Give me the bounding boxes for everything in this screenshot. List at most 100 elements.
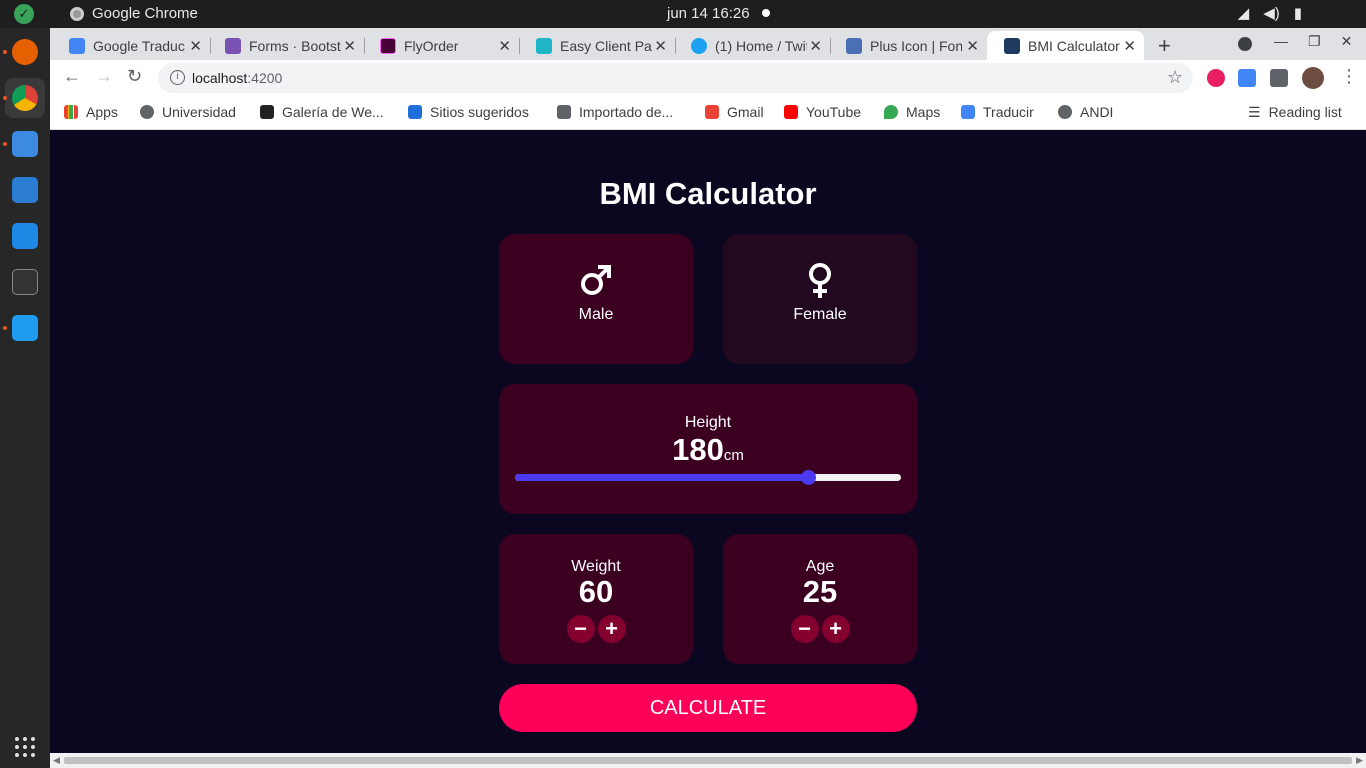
scrollbar-thumb[interactable] bbox=[64, 757, 1352, 764]
dock-firefox[interactable] bbox=[5, 32, 45, 72]
weight-decrement-button[interactable]: − bbox=[566, 615, 595, 643]
close-icon[interactable]: ✕ bbox=[498, 37, 511, 55]
weight-increment-button[interactable]: + bbox=[597, 615, 626, 643]
avatar[interactable] bbox=[1302, 67, 1324, 89]
translate-extension-icon[interactable] bbox=[1238, 69, 1256, 87]
bookmark-gmail[interactable]: Gmail bbox=[705, 104, 764, 120]
globe-icon bbox=[1058, 105, 1072, 119]
height-label: Height bbox=[684, 414, 732, 431]
clock[interactable]: jun 14 16:26 bbox=[667, 5, 750, 22]
dock-word[interactable] bbox=[5, 170, 45, 210]
close-icon[interactable]: ✕ bbox=[809, 37, 822, 55]
dock bbox=[0, 28, 50, 768]
tab-title: Google Traductor bbox=[93, 37, 185, 54]
dock-vscode[interactable] bbox=[5, 308, 45, 348]
calculate-button[interactable]: CALCULATE bbox=[499, 684, 917, 732]
age-increment-button[interactable]: + bbox=[821, 615, 850, 643]
os-top-bar: ✓ Google Chrome jun 14 16:26 ◢ ◀) ▮ bbox=[0, 0, 1366, 28]
height-readout: 180cm bbox=[499, 432, 917, 468]
tab-title: FlyOrder bbox=[404, 37, 459, 54]
bootstrap-icon bbox=[225, 37, 241, 54]
close-icon[interactable]: ✕ bbox=[966, 37, 979, 55]
show-apps-icon[interactable] bbox=[15, 737, 35, 757]
tab-forms-bootstrap[interactable]: Forms · Bootstrap ✕ bbox=[208, 31, 365, 60]
height-card: Height 180cm bbox=[499, 384, 917, 514]
scroll-left-icon[interactable]: ◀ bbox=[53, 755, 60, 766]
female-label: Female bbox=[793, 306, 847, 323]
cloud-icon bbox=[536, 37, 552, 54]
male-card[interactable]: Male bbox=[499, 234, 693, 364]
weight-card: Weight 60 − + bbox=[499, 534, 693, 664]
weight-value: 60 bbox=[578, 574, 614, 609]
bookmark-traducir[interactable]: Traducir bbox=[961, 104, 1034, 120]
close-window-icon[interactable]: ✕ bbox=[1341, 33, 1353, 50]
tab-google-traductor[interactable]: Google Traductor ✕ bbox=[52, 31, 211, 60]
dock-files[interactable] bbox=[5, 124, 45, 164]
volume-icon: ◀) bbox=[1263, 5, 1280, 22]
age-value: 25 bbox=[802, 574, 838, 609]
scroll-right-icon[interactable]: ▶ bbox=[1356, 755, 1363, 766]
tab-easy-client[interactable]: Easy Client Pages ✕ bbox=[519, 31, 676, 60]
reload-icon[interactable]: ↻ bbox=[127, 66, 142, 87]
extension-icon[interactable] bbox=[1207, 69, 1225, 87]
running-indicator bbox=[3, 326, 7, 330]
close-icon[interactable]: ✕ bbox=[343, 37, 356, 55]
twitter-icon bbox=[691, 37, 707, 54]
bookmark-sitios[interactable]: Sitios sugeridos bbox=[408, 104, 529, 120]
chrome-icon bbox=[70, 6, 84, 21]
reading-list-button[interactable]: ☰ Reading list bbox=[1248, 104, 1342, 121]
flag-icon bbox=[846, 37, 862, 54]
dock-chrome[interactable] bbox=[5, 78, 45, 118]
age-decrement-button[interactable]: − bbox=[790, 615, 819, 643]
minimize-icon[interactable]: — bbox=[1274, 33, 1288, 50]
bookmark-star-icon[interactable]: ☆ bbox=[1167, 67, 1183, 88]
male-label: Male bbox=[578, 306, 614, 323]
tab-twitter[interactable]: (1) Home / Twitter ✕ bbox=[674, 31, 831, 60]
running-indicator bbox=[3, 142, 7, 146]
bookmark-importado[interactable]: Importado de... bbox=[557, 104, 673, 120]
dock-terminal[interactable] bbox=[5, 262, 45, 302]
close-icon[interactable]: ✕ bbox=[189, 37, 202, 55]
folder-icon bbox=[557, 105, 571, 119]
puzzle-icon[interactable] bbox=[1270, 69, 1288, 87]
tab-title: BMI Calculator bbox=[1028, 37, 1120, 54]
tab-bmi-calculator[interactable]: BMI Calculator ✕ bbox=[987, 31, 1144, 60]
url-text: localhost:4200 bbox=[192, 70, 283, 86]
reading-list-icon: ☰ bbox=[1248, 104, 1261, 120]
close-icon[interactable]: ✕ bbox=[1123, 37, 1136, 55]
bookmark-apps[interactable]: Apps bbox=[64, 104, 118, 120]
close-icon[interactable]: ✕ bbox=[654, 37, 667, 55]
height-slider-thumb[interactable] bbox=[801, 470, 816, 485]
horizontal-scrollbar[interactable]: ◀ ▶ bbox=[50, 753, 1366, 768]
restore-icon[interactable]: ❐ bbox=[1308, 33, 1321, 50]
kebab-menu-icon[interactable]: ⋮ bbox=[1340, 66, 1358, 87]
notification-dot bbox=[762, 9, 770, 17]
tab-plus-icon[interactable]: Plus Icon | Font Awesome ✕ bbox=[829, 31, 987, 60]
address-bar[interactable]: i localhost:4200 ☆ bbox=[158, 63, 1193, 93]
terminal-icon bbox=[12, 269, 38, 295]
battery-icon: ▮ bbox=[1293, 5, 1302, 22]
page-title: BMI Calculator bbox=[599, 176, 817, 211]
bmi-favicon-icon bbox=[1004, 37, 1020, 54]
firefox-icon bbox=[12, 39, 38, 65]
new-tab-button[interactable]: + bbox=[1158, 33, 1171, 59]
female-card[interactable]: Female bbox=[723, 234, 917, 364]
forward-icon[interactable]: → bbox=[95, 66, 113, 87]
height-slider-fill bbox=[515, 474, 808, 481]
bookmark-universidad[interactable]: Universidad bbox=[140, 104, 236, 120]
info-icon[interactable]: i bbox=[170, 70, 185, 85]
app-menu[interactable]: Google Chrome bbox=[70, 5, 198, 22]
bookmark-andi[interactable]: ANDI bbox=[1058, 104, 1113, 120]
back-icon[interactable]: ← bbox=[63, 66, 81, 87]
bookmark-youtube[interactable]: YouTube bbox=[784, 104, 861, 120]
tab-flyorder[interactable]: FlyOrder ✕ bbox=[363, 31, 520, 60]
bookmark-maps[interactable]: Maps bbox=[884, 104, 940, 120]
bookmark-galeria[interactable]: Galería de We... bbox=[260, 104, 384, 120]
height-slider[interactable] bbox=[515, 470, 901, 485]
wifi-icon: ◢ bbox=[1237, 5, 1250, 22]
dock-calendar[interactable] bbox=[5, 216, 45, 256]
calendar-icon bbox=[12, 223, 38, 249]
tab-search-icon[interactable] bbox=[1238, 37, 1252, 51]
activities-icon[interactable]: ✓ bbox=[14, 4, 34, 24]
system-tray[interactable]: ◢ ◀) ▮ bbox=[1238, 4, 1302, 22]
